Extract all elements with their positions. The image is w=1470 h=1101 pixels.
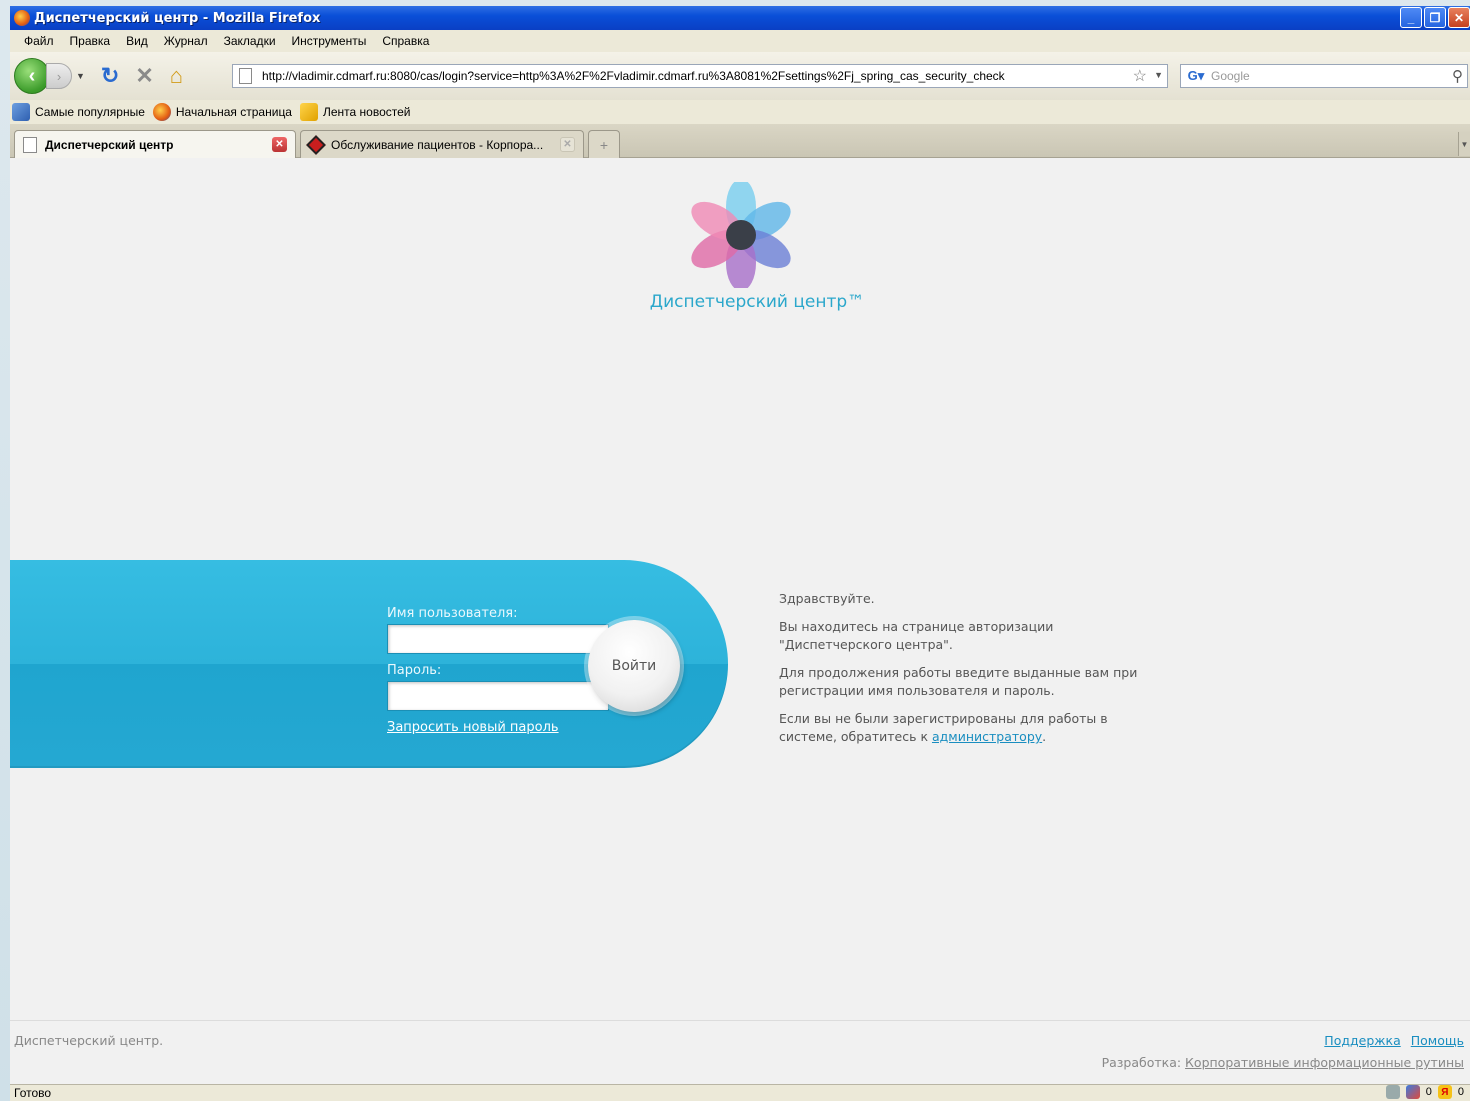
page-footer: Диспетчерский центр. Поддержка Помощь Ра… — [10, 1020, 1470, 1084]
username-input[interactable] — [387, 624, 609, 654]
close-tab-icon[interactable]: ✕ — [272, 137, 287, 152]
minimize-button[interactable]: _ — [1400, 7, 1422, 28]
footer-app-name: Диспетчерский центр. — [14, 1033, 164, 1048]
menu-edit[interactable]: Правка — [62, 34, 119, 48]
login-panel: Имя пользователя: Пароль: Войти Запросит… — [10, 560, 728, 768]
forward-button[interactable]: › — [46, 63, 72, 89]
menu-bookmarks[interactable]: Закладки — [216, 34, 284, 48]
tab-dispatch-center[interactable]: Диспетчерский центр ✕ — [14, 130, 296, 158]
url-text: http://vladimir.cdmarf.ru:8080/cas/login… — [262, 69, 1005, 83]
menu-help[interactable]: Справка — [374, 34, 437, 48]
home-icon[interactable]: ⌂ — [170, 63, 183, 89]
developer-prefix: Разработка: — [1101, 1055, 1186, 1070]
close-tab-icon[interactable]: ✕ — [560, 137, 575, 152]
status-bar: Готово 0 Я 0 — [10, 1084, 1470, 1101]
close-button[interactable]: ✕ — [1448, 7, 1470, 28]
bookmark-star-icon[interactable]: ☆ — [1133, 66, 1147, 86]
stop-icon[interactable]: ✕ — [135, 63, 153, 89]
status-tray: 0 Я 0 — [1385, 1085, 1464, 1099]
status-text: Готово — [14, 1086, 52, 1100]
app-logo-text: Диспетчерский центр™ — [649, 292, 865, 312]
administrator-link[interactable]: администратору — [932, 729, 1042, 744]
google-toolbar-icon[interactable] — [1405, 1085, 1420, 1099]
tab-label: Диспетчерский центр — [45, 137, 174, 152]
tab-strip: Диспетчерский центр ✕ Обслуживание пацие… — [10, 124, 1470, 158]
developer-credit: Разработка: Корпоративные информационные… — [1102, 1055, 1464, 1070]
tab-patient-service[interactable]: Обслуживание пациентов - Корпора... ✕ — [300, 130, 584, 158]
most-visited-icon — [12, 103, 30, 121]
page-content: Диспетчерский центр™ Имя пользователя: П… — [10, 158, 1470, 1084]
login-button[interactable]: Войти — [588, 620, 680, 712]
info-paragraph-2: Для продолжения работы введите выданные … — [779, 665, 1138, 698]
window-controls: _ ❐ ✕ — [1400, 7, 1470, 28]
yandex-count: 0 — [1457, 1086, 1464, 1098]
menu-file[interactable]: Файл — [16, 34, 62, 48]
search-bar[interactable]: G▾ Google ⚲ — [1180, 64, 1468, 88]
search-placeholder: Google — [1211, 69, 1250, 83]
info-paragraph-3: Если вы не были зарегистрированы для раб… — [779, 710, 1159, 746]
tab-label: Обслуживание пациентов - Корпора... — [331, 137, 544, 152]
search-engine-icon[interactable]: G▾ — [1181, 65, 1211, 87]
password-input[interactable] — [387, 681, 609, 711]
help-link[interactable]: Помощь — [1411, 1033, 1464, 1048]
history-dropdown-icon[interactable]: ▼ — [76, 71, 85, 81]
support-link[interactable]: Поддержка — [1324, 1033, 1400, 1048]
developer-link[interactable]: Корпоративные информационные рутины — [1185, 1055, 1464, 1070]
back-button[interactable]: ‹ — [14, 58, 50, 94]
reload-icon[interactable]: ↻ — [101, 63, 119, 89]
tab-list-dropdown-icon[interactable]: ▼ — [1458, 132, 1470, 156]
yandex-icon[interactable]: Я — [1437, 1085, 1452, 1099]
menu-tools[interactable]: Инструменты — [284, 34, 375, 48]
rss-icon — [299, 103, 318, 121]
username-label: Имя пользователя: — [387, 606, 518, 621]
flower-logo-icon — [691, 182, 791, 288]
title-bar: Диспетчерский центр - Mozilla Firefox _ … — [10, 6, 1470, 30]
browser-window: Диспетчерский центр - Mozilla Firefox _ … — [10, 6, 1470, 1101]
firefox-icon — [152, 103, 171, 121]
greeting-text: Здравствуйте. — [779, 591, 875, 606]
firefox-icon — [14, 10, 30, 26]
page-icon — [23, 136, 37, 153]
menu-view[interactable]: Вид — [118, 34, 156, 48]
menu-bar: Файл Правка Вид Журнал Закладки Инструме… — [10, 30, 1470, 52]
footer-links: Поддержка Помощь — [1324, 1033, 1464, 1048]
password-label: Пароль: — [387, 663, 442, 678]
menu-history[interactable]: Журнал — [156, 34, 216, 48]
bookmark-home-page[interactable]: Начальная страница — [152, 103, 292, 121]
plugin-icon[interactable] — [1385, 1085, 1400, 1099]
request-new-password-link[interactable]: Запросить новый пароль — [387, 720, 559, 735]
bookmark-label: Лента новостей — [322, 105, 411, 119]
navigation-toolbar: ‹ › ▼ ↻ ✕ ⌂ http://vladimir.cdmarf.ru:80… — [10, 52, 1470, 100]
bookmark-label: Самые популярные — [35, 105, 145, 119]
bookmark-most-visited[interactable]: Самые популярные — [12, 103, 145, 121]
bookmark-label: Начальная страница — [175, 105, 292, 119]
site-favicon-icon — [306, 134, 326, 155]
window-title: Диспетчерский центр - Mozilla Firefox — [34, 10, 321, 26]
google-count: 0 — [1425, 1086, 1432, 1098]
info-paragraph-1: Вы находитесь на странице авторизации "Д… — [779, 619, 1054, 652]
auth-info-text: Здравствуйте. Вы находитесь на странице … — [779, 590, 1159, 756]
bookmarks-toolbar: Самые популярные Начальная страница Лент… — [10, 100, 1470, 124]
address-bar[interactable]: http://vladimir.cdmarf.ru:8080/cas/login… — [232, 64, 1168, 88]
info-paragraph-3-end: . — [1042, 729, 1047, 744]
url-dropdown-icon[interactable]: ▼ — [1154, 70, 1163, 80]
search-icon[interactable]: ⚲ — [1452, 67, 1463, 85]
new-tab-button[interactable]: + — [588, 130, 620, 158]
page-icon — [239, 68, 252, 84]
maximize-button[interactable]: ❐ — [1424, 7, 1446, 28]
bookmark-news-feed[interactable]: Лента новостей — [299, 103, 411, 121]
